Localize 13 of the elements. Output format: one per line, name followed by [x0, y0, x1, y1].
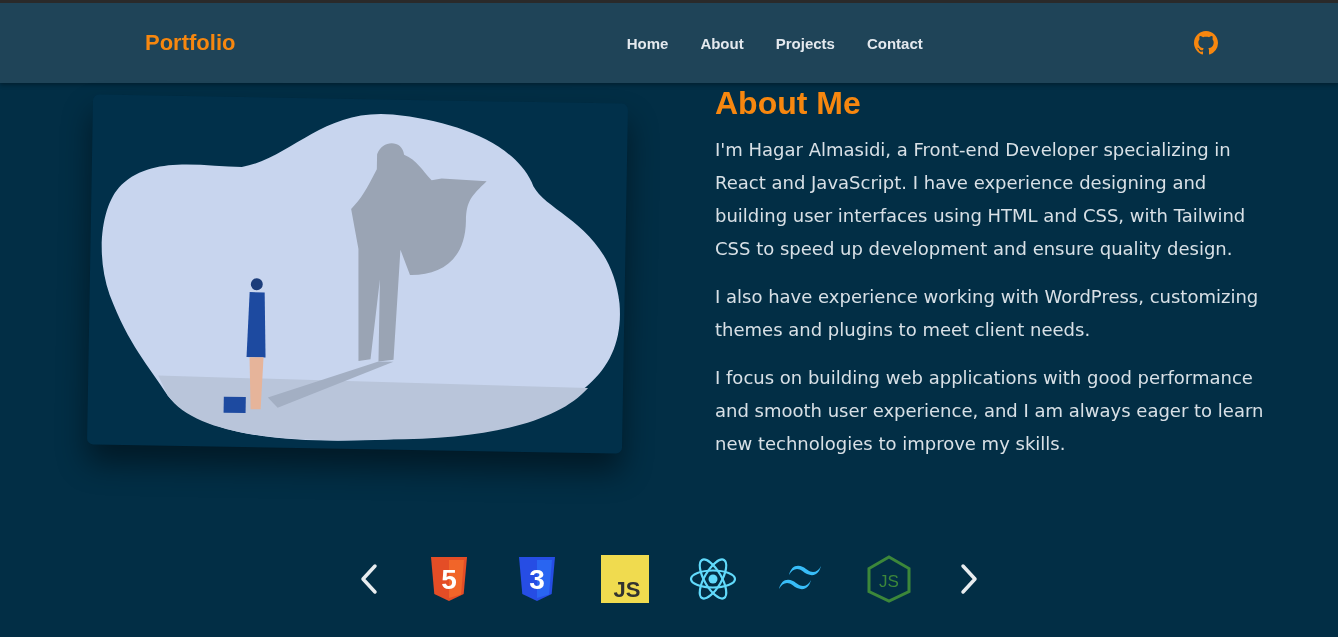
github-icon[interactable] [1194, 31, 1218, 55]
hexagon-js-logo-icon: JS [865, 555, 913, 603]
nav-link[interactable]: Home [626, 34, 669, 52]
atom-logo-icon [689, 555, 737, 603]
section-heading: About Me [715, 84, 862, 123]
about-paragraph: I also have experience working with WordPress, customizing themes and plugins to meet client needs. [715, 285, 1260, 342]
logo-link[interactable]: Portfolio [145, 30, 236, 56]
nav-link[interactable]: About [700, 34, 744, 52]
js-logo-icon: JS [601, 555, 649, 603]
about-paragraph: I focus on building web applications with good performance and smooth user experience, and I am always eager to learn new technologies to improve my skills. [715, 366, 1265, 456]
nav-link[interactable]: Contact [866, 34, 923, 52]
about-paragraph: I'm Hagar Almasidi, a Front-end Developer specializing in React and JavaScript. I have experience designing and building user interfaces using HTML and CSS, with Tailwind CSS to speed up development and ensure quality design. [715, 138, 1247, 261]
nav-link[interactable]: Projects [775, 34, 835, 52]
